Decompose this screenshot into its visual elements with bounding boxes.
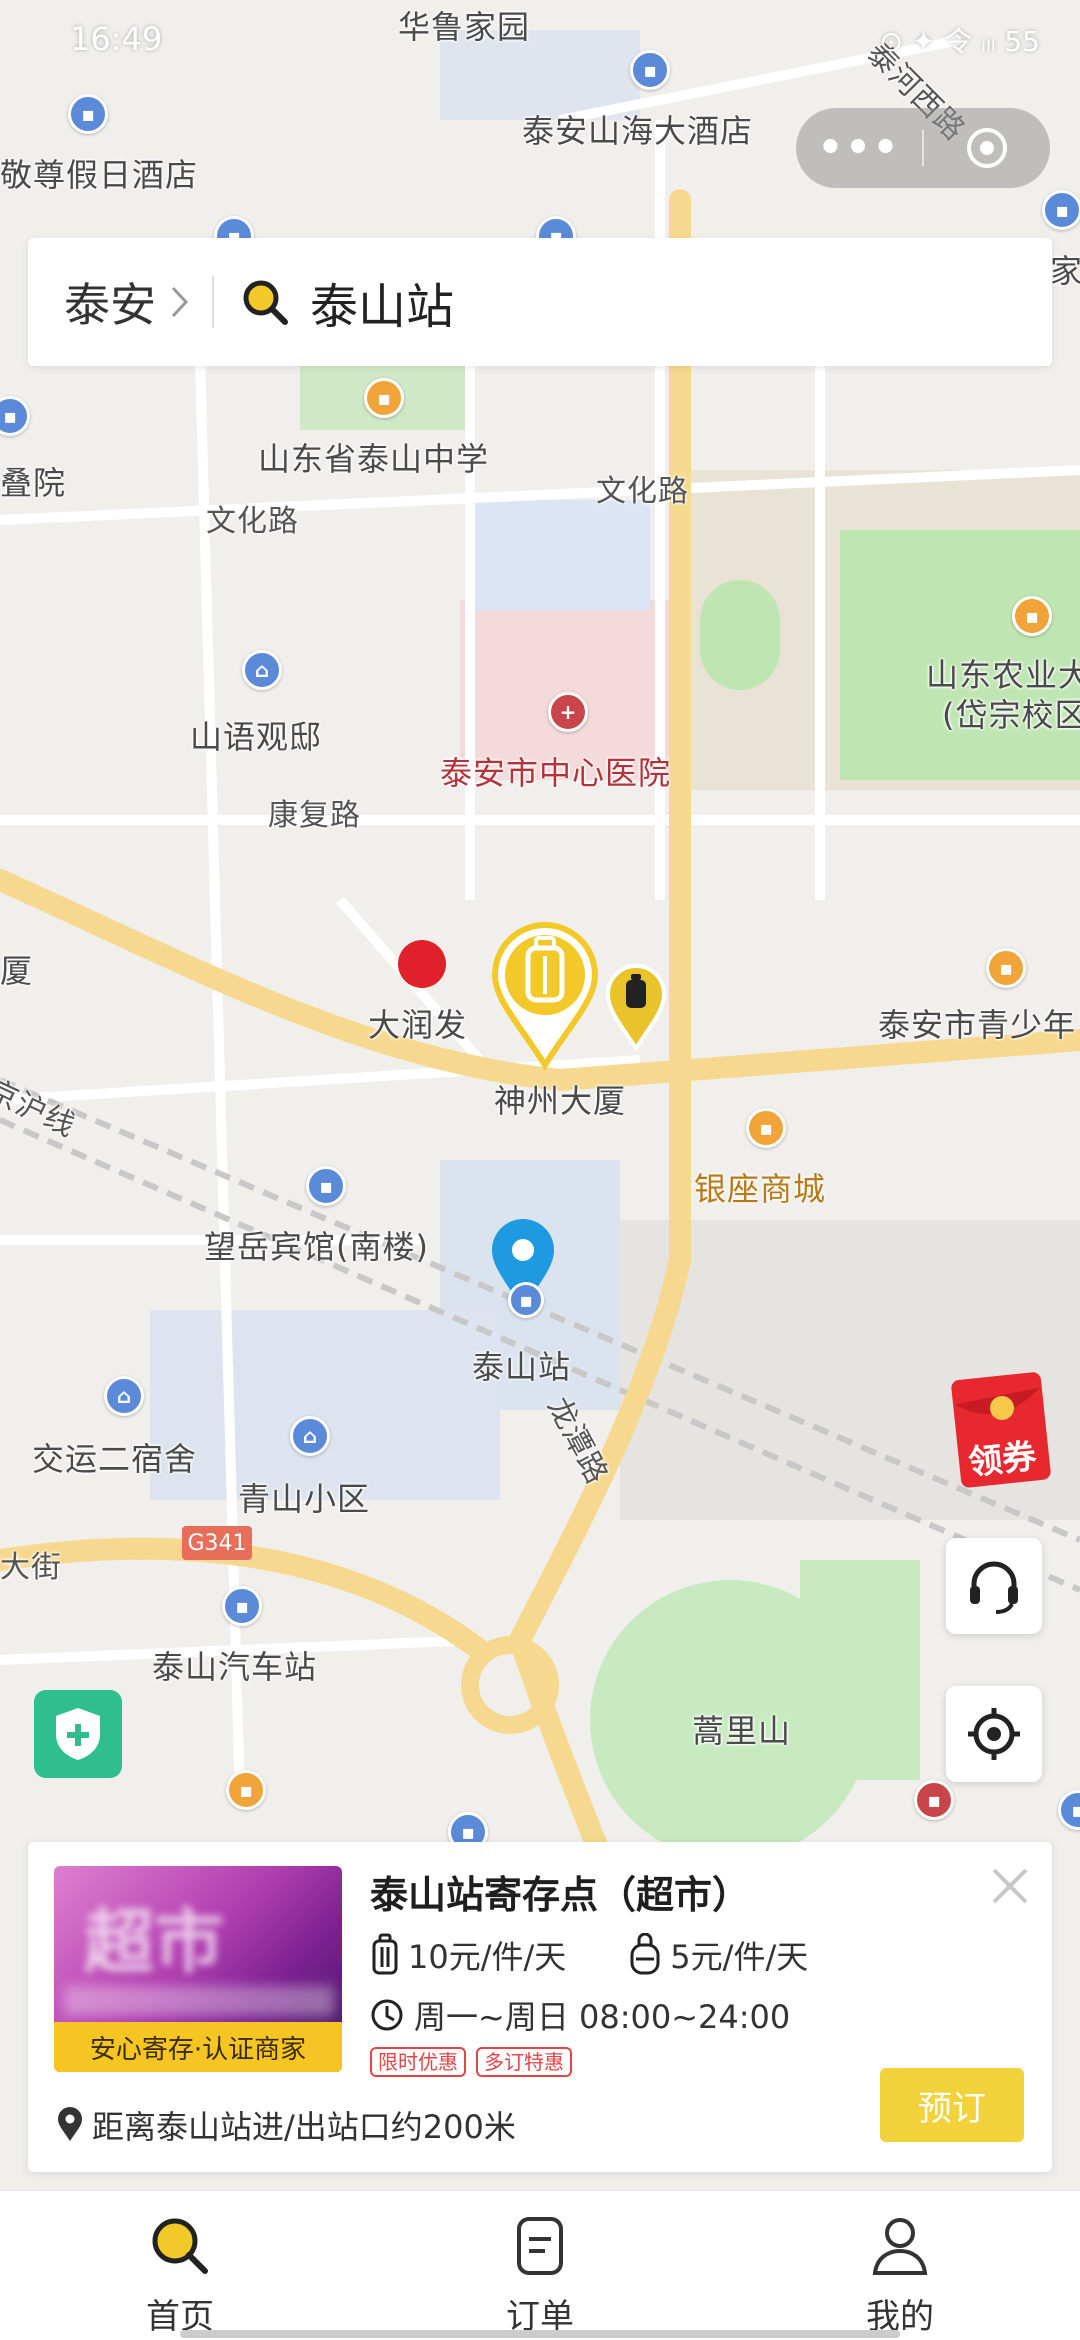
map-label: 泰山站 [472,1348,572,1386]
order-icon [517,2217,563,2275]
map-label: 泰安山海大酒店 [522,112,754,150]
poi-icon[interactable]: ▪ [914,1780,954,1820]
school-poi-icon[interactable]: ▪ [364,378,404,418]
certified-badge: 安心寄存·认证商家 [54,2022,342,2072]
tab-orders[interactable]: 订单 [360,2191,720,2340]
price-large: 10元/件/天 [408,1938,567,1976]
distance-row: 距离泰山站进/出站口约200米 [56,2102,516,2148]
search-bar: 泰安 泰山站 [28,238,1052,366]
opening-hours: 周一~周日 08:00~24:00 [414,1998,791,2036]
price-row: 10元/件/天 5元/件/天 [370,1932,808,1978]
mall-poi-icon[interactable]: ▪ [746,1108,786,1148]
thumbnail-blur [64,1986,334,2016]
promo-tag: 限时优惠 [370,2047,466,2077]
map-label: 泰山汽车站 [152,1648,318,1686]
shield-icon [56,1708,100,1760]
chevron-right-icon [171,286,189,318]
search-icon [152,2218,208,2274]
hours-row: 周一~周日 08:00~24:00 [370,1992,790,2038]
map-label: 山语观邸 [190,718,323,756]
locate-icon [968,1708,1020,1760]
status-bar: 16:49 ⊙ ✦ 令 ᵢₗₗ 55 [0,0,1080,80]
search-query: 泰山站 [310,279,455,335]
residence-poi-icon[interactable]: ⌂ [290,1416,330,1456]
tab-home[interactable]: 首页 [0,2191,360,2340]
map-label: 厦 [0,952,34,990]
map-label: 山东省泰山中学 [258,440,490,478]
map-label: 望岳宾馆(南楼) [204,1228,429,1266]
highway-shield: G341 [187,1530,247,1556]
price-small-group: 5元/件/天 [628,1932,808,1978]
target-icon [967,128,1007,168]
more-button[interactable]: ••• [796,125,922,171]
map-label: 蒿里山 [692,1712,792,1750]
coupon-label: 领券 [966,1436,1039,1484]
hospital-poi-icon[interactable]: + [548,692,588,732]
map-road-label: 文化路 [206,504,299,539]
train-station-icon[interactable]: ▪ [508,1282,544,1318]
map-label: (岱宗校区 [942,696,1080,734]
map-road-label: 文化路 [596,474,689,509]
distance-text: 距离泰山站进/出站口约200米 [92,2108,516,2146]
bottom-nav: 首页 订单 我的 [0,2190,1080,2340]
tab-profile[interactable]: 我的 [720,2191,1080,2340]
store-title: 泰山站寄存点（超市） [370,1873,751,1917]
storage-marker-selected-icon[interactable] [490,920,600,1070]
safety-button[interactable] [34,1690,122,1778]
storage-point-card[interactable]: 超市 安心寄存·认证商家 泰山站寄存点（超市） 10元/件/天 5元/件/天 周… [28,1842,1052,2172]
map-label: 交运二宿舍 [32,1440,198,1478]
bus-poi-icon[interactable]: ▪ [222,1586,262,1626]
search-input[interactable]: 泰山站 [240,267,454,337]
divider [212,276,214,328]
map-label: 泰安市青少年 [878,1006,1077,1044]
rtmart-logo-icon[interactable] [398,940,446,988]
large-luggage-icon [372,1933,398,1975]
location-marker-icon [58,2107,82,2141]
promo-tag: 多订特惠 [476,2047,572,2077]
hotel-poi-icon[interactable]: ▪ [1042,190,1080,230]
residence-poi-icon[interactable]: ⌂ [242,650,282,690]
map-label: 青山小区 [238,1480,371,1518]
residence-poi-icon[interactable]: ⌂ [104,1376,144,1416]
customer-service-button[interactable] [946,1538,1042,1634]
miniprogram-capsule: ••• [796,108,1050,188]
close-icon[interactable] [986,1862,1034,1910]
map-label: 家 [1050,252,1080,290]
locate-button[interactable] [946,1686,1042,1782]
map-label: 银座商城 [694,1170,827,1208]
price-small: 5元/件/天 [670,1938,809,1976]
city-selector[interactable]: 泰安 [28,238,190,366]
map-label: 叠院 [0,464,67,502]
hotel-poi-icon[interactable]: ▪ [68,94,108,134]
user-icon [872,2218,928,2275]
hotel-poi-icon[interactable]: ▪ [306,1166,346,1206]
map-label: 大润发 [368,1006,468,1044]
promo-tags: 限时优惠 多订特惠 [370,2047,572,2077]
book-button[interactable]: 预订 [880,2068,1024,2142]
poi-icon[interactable]: ▪ [226,1770,266,1810]
map-label: 敬尊假日酒店 [0,156,199,194]
status-icons: ⊙ ✦ 令 ᵢₗₗ 55 [879,25,1040,58]
storage-marker-icon[interactable] [604,962,668,1052]
coupon-button[interactable]: 领券 [950,1370,1060,1490]
map-road-label: 大街 [0,1550,62,1585]
city-name: 泰安 [64,278,156,332]
headset-icon [970,1561,1018,1614]
map-label: 神州大厦 [494,1082,627,1120]
search-icon [243,280,288,325]
map-label: 泰安市中心医院 [440,754,672,792]
backpack-icon [630,1933,660,1975]
poi-icon[interactable]: ▪ [986,948,1026,988]
map-road-label: 康复路 [268,798,361,833]
school-poi-icon[interactable]: ▪ [1012,596,1052,636]
thumbnail-text: 超市 [84,1901,224,1983]
clock-icon [371,1999,403,2031]
status-time: 16:49 [70,20,163,58]
home-indicator [180,2330,900,2338]
close-miniprogram-button[interactable] [924,126,1050,170]
